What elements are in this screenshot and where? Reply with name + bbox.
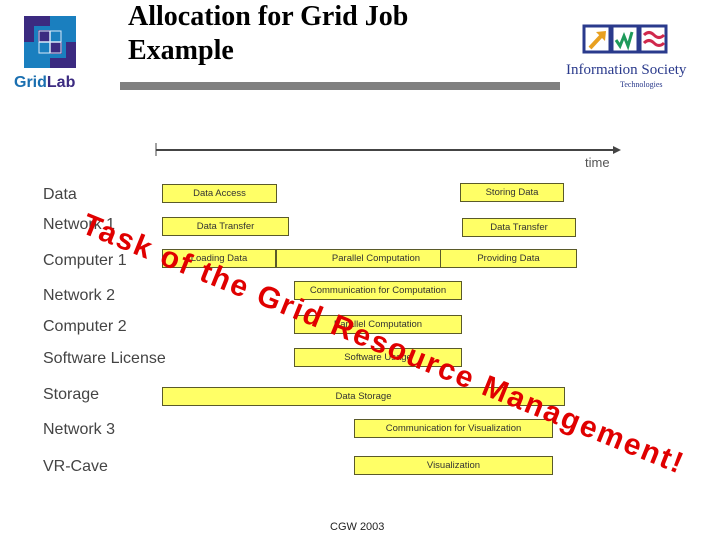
- ist-logo-line-2: Technologies: [620, 80, 663, 89]
- ist-logo: Information Society Technologies: [560, 18, 690, 94]
- time-axis: [155, 143, 621, 156]
- slide-title: Allocation for Grid Job Example: [128, 0, 528, 68]
- task-bar-data-storage: Data Storage: [162, 387, 565, 406]
- row-label-computer-1: Computer 1: [43, 252, 127, 269]
- gridlab-wordmark-grid: Grid: [14, 74, 47, 91]
- title-underline-bar: [120, 82, 560, 90]
- slide-title-line-2: Example: [128, 35, 234, 66]
- task-bar-data-transfer-1: Data Transfer: [162, 217, 289, 236]
- row-label-vr-cave: VR-Cave: [43, 458, 108, 475]
- task-bar-communication-for-computation: Communication for Computation: [294, 281, 462, 300]
- ist-logo-graphic: [582, 24, 668, 54]
- gridlab-wordmark: GridLab: [14, 74, 75, 92]
- row-label-network-3: Network 3: [43, 421, 116, 438]
- row-label-software-license: Software License: [43, 350, 166, 367]
- task-bar-providing-data: Providing Data: [440, 249, 577, 268]
- row-label-network-2: Network 2: [43, 287, 116, 304]
- gridlab-logo: GridLab: [14, 14, 78, 104]
- arrow-icon: [588, 31, 606, 50]
- task-bar-visualization: Visualization: [354, 456, 553, 475]
- task-bar-parallel-computation-2: Parallel Computation: [294, 315, 462, 334]
- footer-text: CGW 2003: [330, 521, 385, 533]
- row-label-computer-2: Computer 2: [43, 318, 127, 335]
- task-bar-storing-data: Storing Data: [460, 183, 564, 202]
- approx-icon: [642, 31, 666, 47]
- time-axis-arrowhead: [613, 146, 621, 154]
- wave-icon: [614, 31, 634, 51]
- ist-logo-line-1: Information Society: [566, 62, 687, 78]
- row-label-data: Data: [43, 186, 77, 203]
- gridlab-wordmark-lab: Lab: [46, 74, 76, 91]
- task-bar-loading-data: Loading Data: [162, 249, 276, 268]
- task-bar-communication-for-visualization: Communication for Visualization: [354, 419, 553, 438]
- row-label-network-1: Network 1: [43, 216, 116, 233]
- task-bar-software-usage: Software Usage: [294, 348, 462, 367]
- task-bar-data-transfer-2: Data Transfer: [462, 218, 576, 237]
- slide-title-line-1: Allocation for Grid Job: [128, 1, 409, 32]
- row-label-storage: Storage: [43, 386, 100, 403]
- time-axis-label: time: [585, 155, 610, 170]
- task-bar-data-access: Data Access: [162, 184, 277, 203]
